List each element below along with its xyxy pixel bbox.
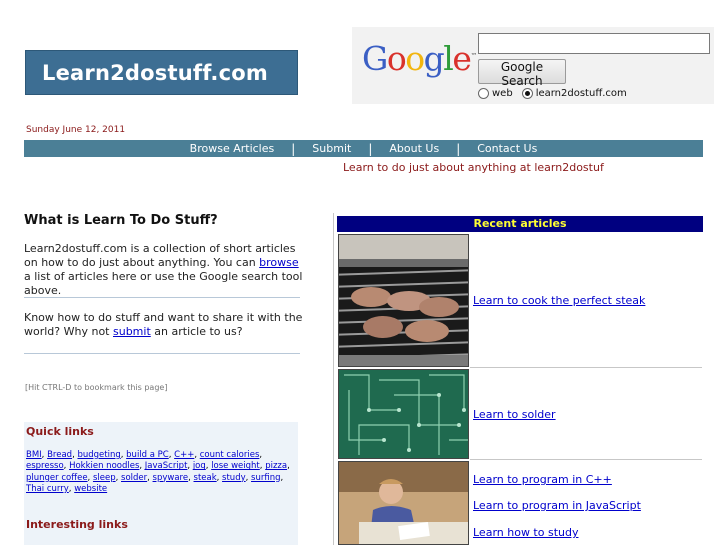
- browse-link[interactable]: browse: [259, 256, 299, 269]
- quick-link[interactable]: Bread: [47, 450, 72, 460]
- quick-link[interactable]: pizza: [265, 461, 287, 471]
- nav-submit[interactable]: Submit: [295, 142, 368, 155]
- recent-articles-heading: Recent articles: [337, 216, 703, 232]
- article-link-solder[interactable]: Learn to solder: [473, 408, 556, 421]
- quick-link[interactable]: surfing: [251, 473, 280, 483]
- quick-link[interactable]: espresso: [26, 461, 64, 471]
- radio-web-label: web: [492, 88, 513, 99]
- google-search-box: Google™ Google Search web learn2dostuff.…: [352, 27, 714, 104]
- quick-link[interactable]: spyware: [153, 473, 189, 483]
- google-search-button[interactable]: Google Search: [478, 59, 566, 88]
- radio-site-label: learn2dostuff.com: [535, 88, 627, 99]
- search-scope-radios: web learn2dostuff.com: [478, 88, 627, 99]
- quick-link[interactable]: Thai curry: [26, 484, 69, 494]
- article-divider: [470, 367, 702, 368]
- column-divider: [333, 213, 334, 545]
- quick-link[interactable]: plunger coffee: [26, 473, 88, 483]
- steak-thumbnail[interactable]: [338, 234, 469, 367]
- nav-contact-us[interactable]: Contact Us: [460, 142, 554, 155]
- quick-link[interactable]: budgeting: [77, 450, 120, 460]
- study-thumbnail[interactable]: [338, 461, 469, 545]
- submit-paragraph: Know how to do stuff and want to share i…: [24, 311, 303, 338]
- radio-site[interactable]: [521, 88, 533, 99]
- search-input[interactable]: [478, 33, 710, 54]
- quick-link[interactable]: website: [74, 484, 107, 494]
- divider: [24, 297, 300, 298]
- bookmark-hint: [Hit CTRL-D to bookmark this page]: [25, 383, 168, 392]
- intro-heading: What is Learn To Do Stuff?: [24, 213, 218, 228]
- quick-links-panel: Quick links BMI, Bread, budgeting, build…: [24, 422, 298, 545]
- quick-link[interactable]: jog: [193, 461, 206, 471]
- quick-link[interactable]: build a PC: [126, 450, 169, 460]
- article-divider: [470, 459, 702, 460]
- quick-link[interactable]: C++: [174, 450, 194, 460]
- main-nav: Browse Articles | Submit | About Us | Co…: [24, 140, 703, 157]
- quick-link[interactable]: BMI: [26, 450, 42, 460]
- site-logo[interactable]: Learn2dostuff.com: [25, 50, 298, 95]
- quick-link[interactable]: Hokkien noodles: [69, 461, 139, 471]
- radio-web[interactable]: [478, 88, 489, 99]
- article-link-steak[interactable]: Learn to cook the perfect steak: [473, 294, 645, 307]
- quick-link[interactable]: solder: [121, 473, 147, 483]
- submit-link[interactable]: submit: [113, 325, 151, 338]
- quick-link[interactable]: study: [222, 473, 246, 483]
- quick-link[interactable]: lose weight: [211, 461, 260, 471]
- article-link-study[interactable]: Learn how to study: [473, 526, 578, 539]
- google-logo: Google™: [362, 39, 478, 78]
- nav-browse-articles[interactable]: Browse Articles: [173, 142, 292, 155]
- quick-link[interactable]: steak: [194, 473, 217, 483]
- site-logo-text: Learn2dostuff.com: [42, 60, 268, 85]
- divider: [24, 353, 300, 354]
- solder-thumbnail[interactable]: [338, 369, 469, 459]
- intro-paragraph: Learn2dostuff.com is a collection of sho…: [24, 242, 303, 297]
- quick-link[interactable]: JavaScript: [145, 461, 188, 471]
- quick-link[interactable]: count calories: [200, 450, 260, 460]
- quick-link[interactable]: sleep: [93, 473, 116, 483]
- nav-about-us[interactable]: About Us: [372, 142, 456, 155]
- quick-links-heading: Quick links: [26, 425, 94, 438]
- quick-links-list: BMI, Bread, budgeting, build a PC, C++, …: [26, 450, 290, 494]
- article-link-cpp[interactable]: Learn to program in C++: [473, 473, 612, 486]
- current-date: Sunday June 12, 2011: [26, 125, 126, 135]
- tagline: Learn to do just about anything at learn…: [343, 161, 604, 174]
- interesting-links-heading: Interesting links: [26, 518, 128, 531]
- article-link-javascript[interactable]: Learn to program in JavaScript: [473, 499, 641, 512]
